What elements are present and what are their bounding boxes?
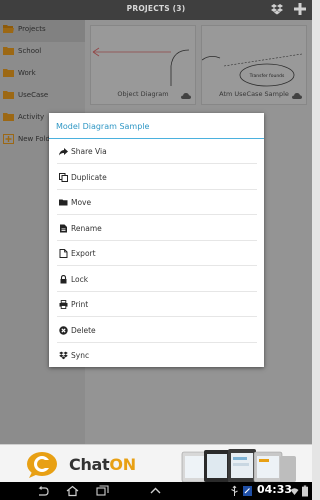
- menu-item-label: Delete: [71, 325, 96, 335]
- dialog-title: Model Diagram Sample: [56, 122, 150, 131]
- app-screen: PROJECTS (3) Projects School Work UseCas…: [0, 0, 312, 500]
- menu-item-lock[interactable]: Lock: [57, 267, 257, 292]
- duplicate-icon: [59, 172, 68, 182]
- menu-item-label: Duplicate: [71, 172, 107, 182]
- folder-move-icon: [59, 199, 68, 206]
- recent-apps-icon[interactable]: [96, 485, 109, 497]
- battery-icon: [302, 485, 308, 497]
- back-icon[interactable]: [36, 485, 49, 497]
- ad-brand-suffix: ON: [109, 455, 136, 474]
- menu-item-label: Export: [71, 249, 96, 258]
- lock-icon: [60, 274, 67, 283]
- delete-icon: [59, 325, 68, 335]
- menu-item-duplicate[interactable]: Duplicate: [57, 165, 257, 190]
- dropbox-icon: [59, 351, 68, 360]
- menu-item-delete[interactable]: Delete: [57, 318, 257, 343]
- chaton-logo: [27, 452, 57, 478]
- menu-item-label: Sync: [71, 351, 90, 360]
- menu-item-share-via[interactable]: Share Via: [57, 139, 257, 164]
- menu-item-move[interactable]: Move: [57, 190, 257, 215]
- ad-brand: ChatON: [69, 455, 136, 474]
- add-icon[interactable]: [293, 2, 307, 16]
- share-icon: [59, 148, 68, 156]
- wifi-icon: [290, 488, 299, 495]
- page-title: PROJECTS (3): [126, 4, 186, 13]
- system-bar: 04:33: [0, 482, 312, 500]
- home-icon[interactable]: [66, 485, 79, 497]
- ad-brand-prefix: Chat: [69, 455, 110, 474]
- menu-item-label: Rename: [71, 223, 102, 233]
- rename-icon: [60, 224, 67, 232]
- menu-item-label: Move: [71, 198, 92, 207]
- print-icon: [59, 300, 68, 309]
- menu-item-rename[interactable]: Rename: [57, 216, 257, 241]
- ad-banner[interactable]: ChatON: [0, 444, 312, 482]
- menu-item-print[interactable]: Print: [57, 292, 257, 317]
- export-icon: [59, 249, 68, 258]
- menu-item-export[interactable]: Export: [57, 241, 257, 266]
- menu-item-label: Share Via: [71, 147, 107, 156]
- menu-item-label: Lock: [71, 274, 89, 284]
- context-menu-dialog: Model Diagram Sample Share Via Duplicate…: [49, 113, 264, 367]
- menu-item-label: Print: [71, 300, 89, 309]
- system-clock: 04:33: [257, 483, 293, 496]
- menu-item-sync[interactable]: Sync: [57, 343, 257, 368]
- usb-icon: [231, 485, 238, 496]
- dropbox-icon[interactable]: [270, 2, 284, 16]
- chevron-up-icon[interactable]: [149, 485, 162, 497]
- action-bar: PROJECTS (3): [0, 0, 312, 20]
- notification-icon: [243, 486, 252, 496]
- ad-phones-image: [181, 449, 296, 482]
